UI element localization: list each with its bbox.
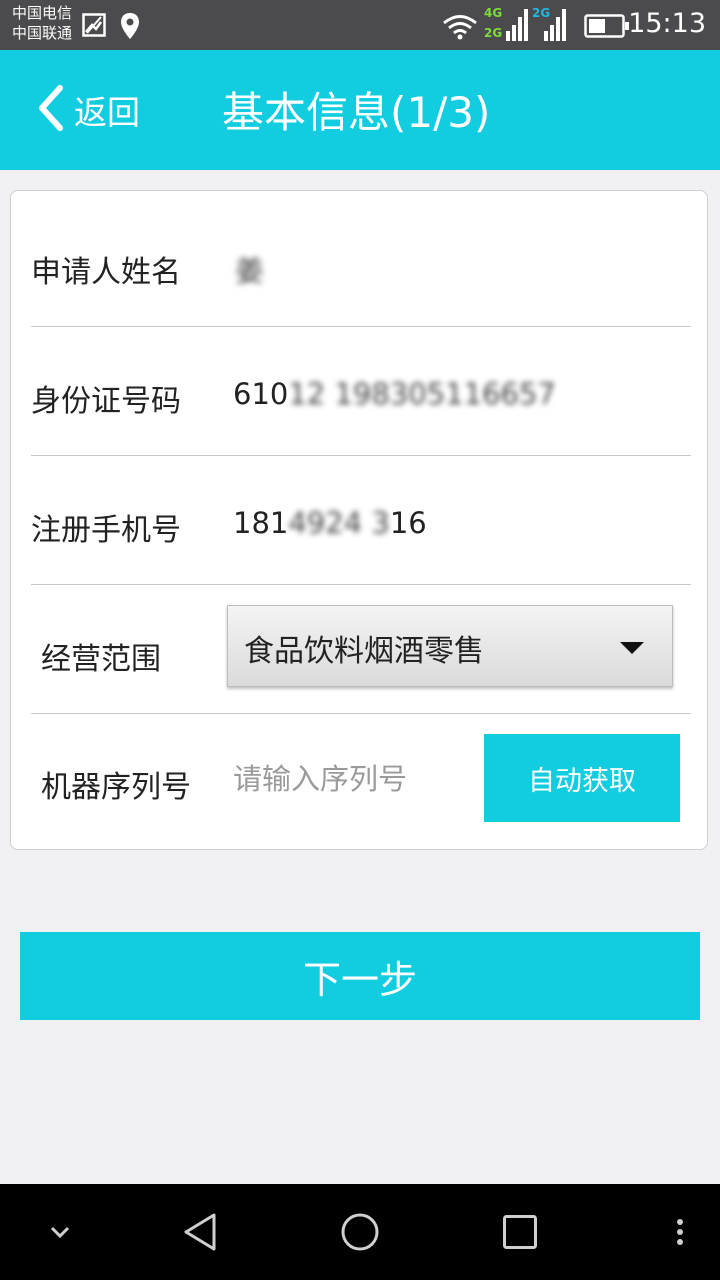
phone-suffix: 16 (389, 506, 427, 540)
divider (31, 326, 691, 327)
phone-label: 注册手机号 (31, 513, 181, 548)
id-number-prefix: 610 (233, 377, 289, 411)
serial-number-input[interactable] (233, 757, 473, 801)
collapse-chevron-icon[interactable] (30, 1184, 90, 1280)
applicant-name-label: 申请人姓名 (31, 255, 181, 290)
nav-home-icon[interactable] (330, 1184, 390, 1280)
dropdown-arrow-icon (620, 642, 644, 654)
carrier-2: 中国联通 (12, 24, 73, 42)
back-button[interactable]: 返回 (38, 85, 140, 135)
carrier-names: 中国电信 中国联通 (12, 3, 72, 43)
network-2g-label: 2G (484, 26, 502, 40)
image-notification-icon (82, 13, 106, 41)
serial-number-label: 机器序列号 (41, 770, 191, 805)
phone-middle: 4924 3 (288, 506, 390, 540)
status-bar: 中国电信 中国联通 4G 2G 2G 15:13 (0, 0, 720, 50)
business-scope-label: 经营范围 (41, 642, 161, 677)
carrier-1: 中国电信 (12, 4, 73, 22)
next-step-button[interactable]: 下一步 (20, 932, 700, 1020)
network-4g-label: 4G (484, 6, 502, 20)
signal-2g-icon: 2G (532, 5, 576, 47)
business-scope-dropdown[interactable]: 食品饮料烟酒零售 (227, 605, 673, 687)
phone-prefix: 181 (233, 506, 289, 540)
more-dots-icon[interactable] (660, 1184, 700, 1280)
form-card: 申请人姓名 姜 身份证号码 61012 198305116657 注册手机号 1… (10, 190, 708, 850)
page-title: 基本信息(1/3) (222, 88, 491, 137)
back-label: 返回 (74, 93, 140, 132)
applicant-name-text: 姜 (235, 254, 265, 288)
divider (31, 713, 691, 714)
divider (31, 584, 691, 585)
nav-back-icon[interactable] (170, 1184, 230, 1280)
app-header: 返回 基本信息(1/3) (0, 50, 720, 170)
id-number-value: 61012 198305116657 (233, 377, 556, 411)
status-time: 15:13 (628, 8, 706, 39)
phone-value: 1814924 316 (233, 506, 427, 540)
divider (31, 455, 691, 456)
wifi-icon (442, 14, 478, 44)
applicant-name-value: 姜 (235, 248, 264, 290)
auto-fetch-button[interactable]: 自动获取 (484, 734, 680, 822)
location-icon (120, 12, 140, 44)
id-number-rest: 12 198305116657 (288, 377, 556, 411)
system-nav-bar (0, 1184, 720, 1280)
network-2g-label-2: 2G (532, 6, 550, 20)
signal-4g-icon: 4G 2G (484, 5, 528, 47)
nav-recents-icon[interactable] (490, 1184, 550, 1280)
business-scope-selected: 食品饮料烟酒零售 (244, 634, 484, 669)
id-number-label: 身份证号码 (31, 384, 181, 419)
battery-icon (584, 14, 630, 42)
chevron-left-icon (38, 85, 64, 135)
